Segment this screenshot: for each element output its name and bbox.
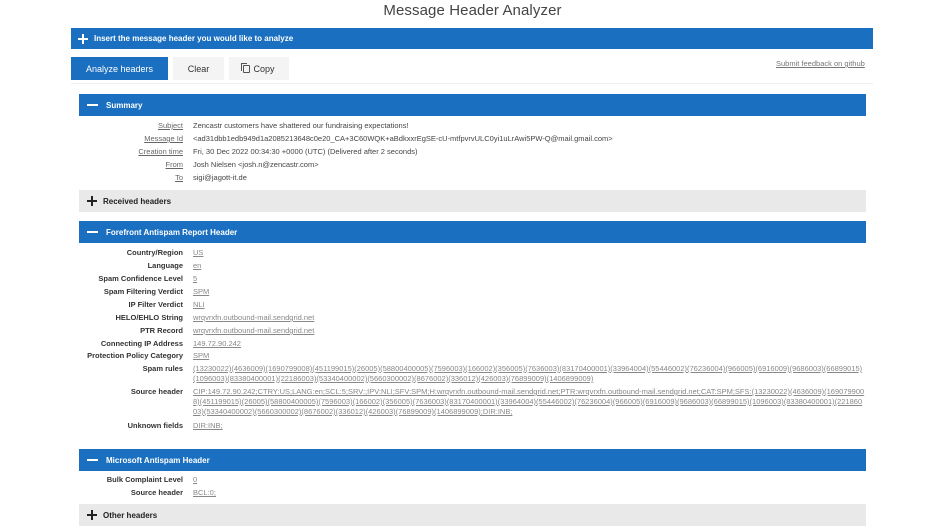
forefront-row: Language en (79, 259, 866, 272)
section-title: Forefront Antispam Report Header (106, 227, 238, 237)
summary-row-subject: Subject Zencastr customers have shattere… (79, 119, 866, 132)
field-value: Fri, 30 Dec 2022 00:34:30 +0000 (UTC) (D… (193, 147, 418, 156)
field-label: Country/Region (126, 248, 183, 257)
field-label: Spam Confidence Level (98, 274, 183, 283)
analyze-headers-button[interactable]: Analyze headers (71, 57, 168, 80)
section-title: Other headers (103, 510, 158, 520)
field-value: sigi@jagott-it.de (193, 173, 247, 182)
summary-row-to: To sigi@jagott-it.de (79, 171, 866, 184)
copy-label: Copy (253, 63, 275, 74)
field-label: PTR Record (140, 326, 183, 335)
field-label[interactable]: Subject (79, 119, 183, 132)
section-title: Received headers (103, 196, 172, 206)
field-label: Connecting IP Address (100, 339, 183, 348)
forefront-row: Unknown fields DIR:INB; (79, 419, 866, 432)
field-value: Zencastr customers have shattered our fu… (193, 121, 409, 130)
summary-row-creation-time: Creation time Fri, 30 Dec 2022 00:34:30 … (79, 145, 866, 158)
field-label[interactable]: To (79, 171, 183, 184)
field-value-link[interactable]: wrqvrxfn.outbound-mail.sendgrid.net (193, 326, 314, 335)
field-label: Spam Filtering Verdict (103, 287, 183, 296)
plus-icon (87, 510, 97, 520)
minus-icon (87, 227, 98, 237)
field-label: Bulk Complaint Level (106, 475, 183, 484)
insert-header-toggle[interactable]: Insert the message header you would like… (71, 28, 873, 49)
forefront-row: Protection Policy Category SPM (79, 350, 866, 362)
field-label: IP Filter Verdict (128, 300, 183, 309)
field-value-link[interactable]: NLI (193, 300, 205, 309)
copy-icon (241, 62, 251, 73)
field-value-link[interactable]: SPM (193, 351, 209, 360)
field-value-link[interactable]: (13230022)(4636009)(1690799008)(45119901… (193, 364, 862, 383)
microsoft-row: Source header BCL:0; (79, 486, 866, 499)
minus-icon (87, 455, 98, 465)
divider (71, 83, 873, 84)
field-label: Language (147, 261, 183, 270)
field-label[interactable]: Message Id (79, 132, 183, 145)
section-forefront-header[interactable]: Forefront Antispam Report Header (79, 221, 866, 243)
field-value-link[interactable]: 149.72.90.242 (193, 339, 241, 348)
summary-row-from: From Josh Nielsen <josh.n@zencastr.com> (79, 158, 866, 171)
section-title: Microsoft Antispam Header (106, 455, 210, 465)
section-summary-header[interactable]: Summary (79, 94, 866, 116)
feedback-link[interactable]: Submit feedback on github (776, 59, 873, 68)
field-value-link[interactable]: en (193, 261, 201, 270)
microsoft-row: Bulk Complaint Level 0 (79, 473, 866, 486)
toolbar: Analyze headers Clear Copy (71, 57, 289, 80)
copy-button[interactable]: Copy (229, 57, 289, 80)
field-value-link[interactable]: DIR:INB; (193, 421, 223, 430)
forefront-row: Spam rules (13230022)(4636009)(169079900… (79, 364, 866, 384)
field-value: Josh Nielsen <josh.n@zencastr.com> (193, 160, 319, 169)
summary-row-message-id: Message Id <ad31dbb1edb949d1a2085213648c… (79, 132, 866, 145)
clear-button[interactable]: Clear (173, 57, 224, 80)
field-label[interactable]: Creation time (79, 145, 183, 158)
field-value-link[interactable]: BCL:0; (193, 488, 216, 497)
forefront-row: PTR Record wrqvrxfn.outbound-mail.sendgr… (79, 324, 866, 337)
field-value-link[interactable]: 5 (193, 274, 197, 283)
plus-icon (78, 33, 88, 44)
field-value-link[interactable]: wrqvrxfn.outbound-mail.sendgrid.net (193, 313, 314, 322)
forefront-row: Spam Filtering Verdict SPM (79, 285, 866, 298)
field-label: Source header (130, 488, 183, 497)
field-label: HELO/EHLO String (115, 313, 184, 322)
field-label: Unknown fields (127, 421, 183, 430)
section-microsoft-antispam-header[interactable]: Microsoft Antispam Header (79, 449, 866, 471)
forefront-table: Country/Region US Language en Spam Confi… (79, 246, 866, 432)
field-value: <ad31dbb1edb949d1a2085213648c0e20_CA+3C6… (193, 134, 613, 143)
forefront-row: Connecting IP Address 149.72.90.242 (79, 337, 866, 350)
field-value-link[interactable]: SPM (193, 287, 209, 296)
microsoft-table: Bulk Complaint Level 0 Source header BCL… (79, 473, 866, 499)
field-value-link[interactable]: CIP:149.72.90.242;CTRY:US;LANG:en;SCL:5;… (193, 387, 864, 416)
section-other-headers-header[interactable]: Other headers (79, 504, 866, 526)
field-label[interactable]: From (79, 158, 184, 171)
field-value-link[interactable]: 0 (193, 475, 197, 484)
field-value-link[interactable]: US (193, 248, 203, 257)
minus-icon (87, 100, 98, 110)
forefront-row: IP Filter Verdict NLI (79, 298, 866, 311)
field-label: Source header (130, 387, 183, 396)
forefront-row: Spam Confidence Level 5 (79, 272, 866, 285)
insert-header-label: Insert the message header you would like… (94, 34, 294, 43)
section-received-headers-header[interactable]: Received headers (79, 190, 866, 212)
plus-icon (87, 196, 97, 206)
forefront-row: Country/Region US (79, 246, 866, 259)
page-title: Message Header Analyzer (383, 2, 562, 19)
forefront-row: HELO/EHLO String wrqvrxfn.outbound-mail.… (79, 311, 866, 324)
section-title: Summary (106, 100, 143, 110)
field-label: Protection Policy Category (87, 351, 183, 360)
field-label: Spam rules (142, 364, 183, 373)
summary-table: Subject Zencastr customers have shattere… (79, 119, 866, 184)
forefront-row: Source header CIP:149.72.90.242;CTRY:US;… (79, 387, 866, 417)
